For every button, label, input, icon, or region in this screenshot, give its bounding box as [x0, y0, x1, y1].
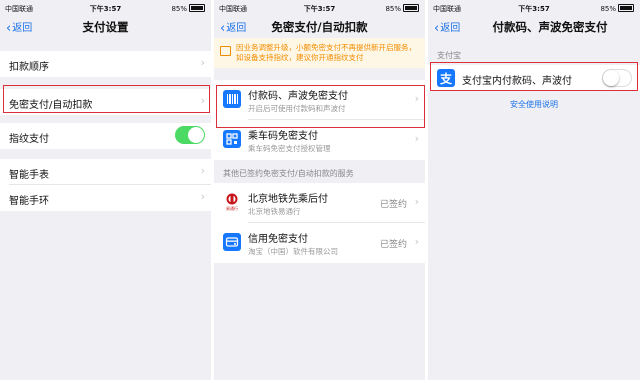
page-title: 付款码、声波免密支付	[492, 20, 608, 34]
chevron-left-icon: ‹	[434, 21, 440, 36]
highlight-box	[3, 85, 210, 113]
safety-instructions-link[interactable]: 安全使用说明	[428, 91, 640, 110]
status-bar: 中国联通 下午3:57 85%	[428, 0, 640, 16]
list-item-subtitle: 北京地铁易通行	[248, 207, 301, 216]
list-item-label: 智能手环	[9, 196, 49, 207]
signed-status: 已签约	[379, 240, 407, 250]
back-button[interactable]: ‹返回	[434, 19, 460, 36]
nav-bar: ‹返回 支付设置	[0, 16, 211, 38]
battery-percent: 85%	[600, 5, 616, 13]
list-item-label: 智能手表	[9, 170, 49, 181]
battery-indicator: 85%	[600, 4, 634, 13]
chevron-right-icon: ›	[200, 190, 205, 203]
page-title: 支付设置	[82, 20, 129, 34]
list-item-credit-password-free[interactable]: 信用免密支付 淘宝（中国）软件有限公司 已签约 ›	[214, 223, 425, 263]
screen-barcode-soundwave: 中国联通 下午3:57 85% ‹返回 付款码、声波免密支付 支付宝 支 支付宝…	[428, 0, 640, 380]
nav-bar: ‹返回 付款码、声波免密支付	[428, 16, 640, 38]
list-item-label: 指纹支付	[9, 134, 49, 145]
section-label: 支付宝	[437, 51, 461, 60]
chevron-right-icon: ›	[200, 164, 205, 177]
list-item-label: 扣款顺序	[9, 62, 49, 73]
notice-text: 因业务调整升级，小额免密支付不再提供新开启服务，如设备支持指纹，建议你开通指纹支…	[236, 43, 416, 62]
battery-indicator: 85%	[385, 4, 419, 13]
list-item-deduction-order[interactable]: 扣款顺序 ›	[0, 51, 211, 77]
beijing-metro-logo: 易通行	[223, 193, 241, 211]
fingerprint-toggle[interactable]	[175, 126, 205, 144]
highlight-box	[216, 85, 425, 128]
chevron-right-icon: ›	[414, 195, 419, 208]
list-item-title: 北京地铁先乘后付	[248, 194, 328, 205]
announcement-icon	[220, 46, 231, 56]
list-item-subtitle: 淘宝（中国）软件有限公司	[248, 247, 338, 256]
highlight-box	[430, 62, 638, 91]
page-title: 免密支付/自动扣款	[271, 20, 368, 34]
battery-percent: 85%	[385, 5, 401, 13]
battery-icon	[618, 4, 634, 12]
list-item-title: 信用免密支付	[248, 234, 308, 245]
list-item-subtitle: 乘车码免密支付授权管理	[248, 144, 331, 153]
screen-password-free: 中国联通 下午3:57 85% ‹返回 免密支付/自动扣款 因业务调整升级，小额…	[214, 0, 425, 380]
toggle-knob	[188, 127, 204, 143]
chevron-right-icon: ›	[200, 56, 205, 69]
battery-percent: 85%	[171, 5, 187, 13]
battery-icon	[403, 4, 419, 12]
chevron-right-icon: ›	[414, 132, 419, 145]
section-label: 其他已签约免密支付/自动扣款的服务	[223, 169, 354, 178]
battery-icon	[189, 4, 205, 12]
screen-payment-settings: 中国联通 下午3:57 85% ‹返回 支付设置 扣款顺序 › 免密支付/自动扣…	[0, 0, 211, 380]
notice-banner: 因业务调整升级，小额免密支付不再提供新开启服务，如设备支持指纹，建议你开通指纹支…	[214, 38, 425, 68]
list-item-title: 乘车码免密支付	[248, 131, 318, 142]
list-item-smart-band[interactable]: 智能手环 ›	[0, 185, 211, 211]
status-bar: 中国联通 下午3:57 85%	[0, 0, 211, 16]
signed-status: 已签约	[379, 200, 407, 210]
list-item-beijing-metro[interactable]: 易通行 北京地铁先乘后付 北京地铁易通行 已签约 ›	[214, 183, 425, 223]
nav-bar: ‹返回 免密支付/自动扣款	[214, 16, 425, 38]
status-bar: 中国联通 下午3:57 85%	[214, 0, 425, 16]
list-item-smart-watch[interactable]: 智能手表 ›	[0, 159, 211, 185]
bus-qr-icon	[223, 130, 241, 148]
logo-text: 易通行	[226, 205, 238, 211]
list-item-fingerprint[interactable]: 指纹支付	[0, 123, 211, 149]
back-label: 返回	[440, 23, 461, 34]
chevron-right-icon: ›	[414, 235, 419, 248]
credit-icon	[223, 233, 241, 251]
battery-indicator: 85%	[171, 4, 205, 13]
